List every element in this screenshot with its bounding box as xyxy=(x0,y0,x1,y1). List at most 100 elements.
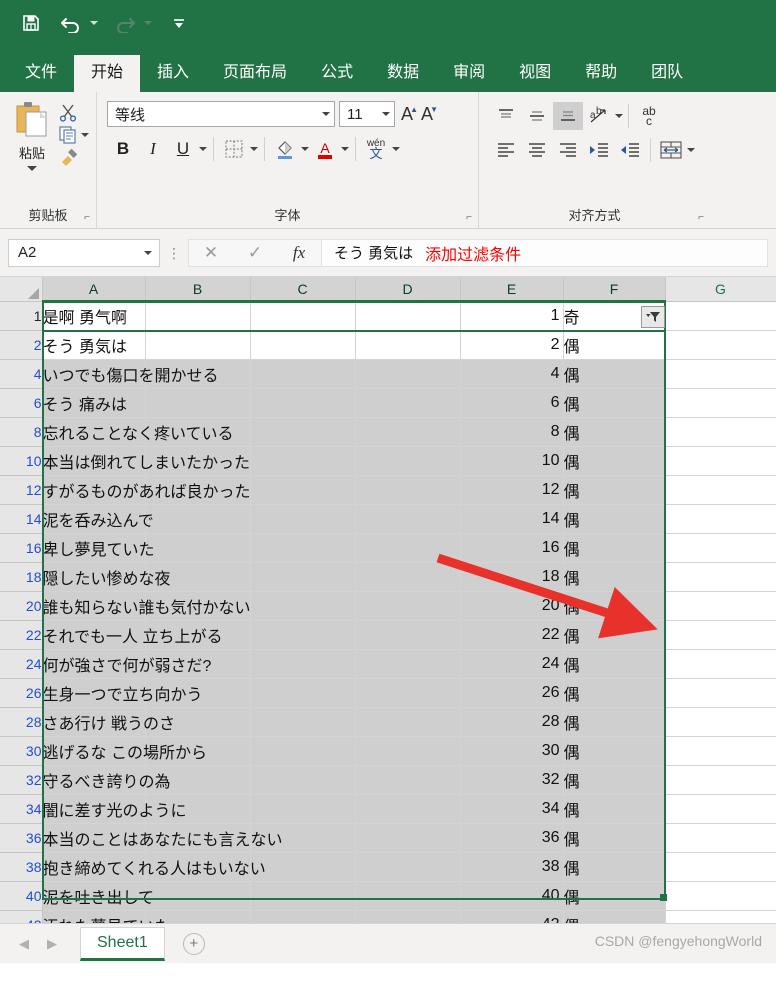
italic-button[interactable]: I xyxy=(139,135,167,163)
cell-a[interactable]: 汚れた夢見ていた xyxy=(42,910,171,923)
grid-row[interactable]: 34 闇に差す光のように 34 偶 xyxy=(0,794,776,824)
column-header-d[interactable]: D xyxy=(355,277,461,302)
cell-a[interactable]: 泥を呑み込んで xyxy=(42,504,154,534)
cell-d[interactable] xyxy=(355,620,461,650)
cell-a[interactable]: 本当のことはあなたにも言えない xyxy=(42,823,283,853)
cell-c[interactable] xyxy=(250,504,356,534)
cell-a[interactable]: 抱き締めてくれる人はもいない xyxy=(42,852,266,882)
align-center-button[interactable] xyxy=(522,136,552,164)
cell-g[interactable] xyxy=(665,504,776,534)
font-color-dropdown-icon[interactable] xyxy=(341,147,349,151)
font-size-dropdown-icon[interactable] xyxy=(382,112,390,116)
cell-d[interactable] xyxy=(355,823,461,853)
grid-row[interactable]: 4 いつでも傷口を開かせる 4 偶 xyxy=(0,359,776,389)
cell-f[interactable]: 偶 xyxy=(563,794,666,824)
save-icon[interactable] xyxy=(18,10,44,36)
grid-row[interactable]: 38 抱き締めてくれる人はもいない 38 偶 xyxy=(0,852,776,882)
cell-d[interactable] xyxy=(355,765,461,795)
cell-a[interactable]: それでも一人 立ち上がる xyxy=(42,620,222,650)
cell-b[interactable] xyxy=(145,330,251,360)
cell-d[interactable] xyxy=(355,504,461,534)
cell-f[interactable]: 偶 xyxy=(563,475,666,505)
cell-f[interactable]: 偶 xyxy=(563,910,666,923)
cell-e[interactable]: 1 xyxy=(460,301,564,331)
cell-a[interactable]: 本当は倒れてしまいたかった xyxy=(42,446,250,476)
row-header[interactable]: 2 xyxy=(0,330,43,360)
cell-f[interactable]: 偶 xyxy=(563,649,666,679)
column-header-a[interactable]: A xyxy=(42,277,146,302)
cell-d[interactable] xyxy=(355,736,461,766)
cell-e[interactable]: 6 xyxy=(460,388,564,418)
cell-g[interactable] xyxy=(665,475,776,505)
cell-g[interactable] xyxy=(665,852,776,882)
align-right-button[interactable] xyxy=(553,136,583,164)
cell-g[interactable] xyxy=(665,330,776,360)
cell-a[interactable]: 闇に差す光のように xyxy=(42,794,187,824)
cell-a[interactable]: 泥を吐き出して xyxy=(42,881,154,911)
cell-c[interactable] xyxy=(250,562,356,592)
cell-g[interactable] xyxy=(665,620,776,650)
row-header[interactable]: 28 xyxy=(0,707,43,737)
cell-f[interactable]: 偶 xyxy=(563,707,666,737)
row-header[interactable]: 22 xyxy=(0,620,43,650)
wrap-text-button[interactable]: ab c xyxy=(634,102,664,130)
cell-c[interactable] xyxy=(250,330,356,360)
cell-c[interactable] xyxy=(250,649,356,679)
cell-g[interactable] xyxy=(665,881,776,911)
cell-f[interactable]: 偶 xyxy=(563,417,666,447)
cell-e[interactable]: 20 xyxy=(460,591,564,621)
cell-a[interactable]: いつでも傷口を開かせる xyxy=(42,359,219,389)
cell-d[interactable] xyxy=(355,881,461,911)
cell-c[interactable] xyxy=(250,678,356,708)
cell-g[interactable] xyxy=(665,562,776,592)
cell-d[interactable] xyxy=(355,417,461,447)
borders-dropdown-icon[interactable] xyxy=(250,147,258,151)
row-header[interactable]: 10 xyxy=(0,446,43,476)
cell-d[interactable] xyxy=(355,446,461,476)
cell-g[interactable] xyxy=(665,707,776,737)
cell-e[interactable]: 28 xyxy=(460,707,564,737)
ribbon-tab-insert[interactable]: 插入 xyxy=(140,55,206,92)
grid-row[interactable]: 42汚れた夢見ていた42偶 xyxy=(0,910,776,923)
filter-dropdown-button[interactable] xyxy=(641,306,665,328)
row-header[interactable]: 42 xyxy=(0,910,43,923)
cancel-edit-button[interactable]: ✕ xyxy=(189,240,233,266)
bold-button[interactable]: B xyxy=(109,135,137,163)
formula-input[interactable]: そう 勇気は 添加过滤条件 xyxy=(322,238,768,267)
cell-a[interactable]: 逃げるな この場所から xyxy=(42,736,207,766)
cell-e[interactable]: 42 xyxy=(460,910,564,923)
cell-c[interactable] xyxy=(250,707,356,737)
fill-color-button[interactable] xyxy=(271,135,299,163)
row-header[interactable]: 38 xyxy=(0,852,43,882)
cell-b[interactable] xyxy=(145,504,251,534)
cell-g[interactable] xyxy=(665,794,776,824)
cell-d[interactable] xyxy=(355,330,461,360)
cell-g[interactable] xyxy=(665,649,776,679)
row-header[interactable]: 12 xyxy=(0,475,43,505)
cell-b[interactable] xyxy=(145,388,251,418)
ribbon-tab-team[interactable]: 团队 xyxy=(634,55,700,92)
cell-d[interactable] xyxy=(355,591,461,621)
cell-f[interactable]: 偶 xyxy=(563,765,666,795)
cell-c[interactable] xyxy=(250,620,356,650)
grid-row[interactable]: 2 そう 勇気は 2 偶 xyxy=(0,330,776,360)
cell-d[interactable] xyxy=(355,533,461,563)
cell-e[interactable]: 34 xyxy=(460,794,564,824)
cell-g[interactable] xyxy=(665,910,776,923)
ribbon-tab-file[interactable]: 文件 xyxy=(8,55,74,92)
grid-row[interactable]: 36 本当のことはあなたにも言えない 36 偶 xyxy=(0,823,776,853)
cell-e[interactable]: 38 xyxy=(460,852,564,882)
cell-f[interactable]: 偶 xyxy=(563,823,666,853)
cell-f[interactable]: 偶 xyxy=(563,388,666,418)
cell-d[interactable] xyxy=(355,562,461,592)
merge-cells-button[interactable] xyxy=(656,136,686,164)
cell-f[interactable]: 偶 xyxy=(563,562,666,592)
cell-d[interactable] xyxy=(355,301,461,331)
cell-c[interactable] xyxy=(250,475,356,505)
grid-row[interactable]: 30 逃げるな この場所から 30 偶 xyxy=(0,736,776,766)
cell-d[interactable] xyxy=(355,359,461,389)
cell-g[interactable] xyxy=(665,678,776,708)
sheet-tab-sheet1[interactable]: Sheet1 xyxy=(80,926,165,961)
cell-g[interactable] xyxy=(665,736,776,766)
phonetic-guide-dropdown-icon[interactable] xyxy=(392,147,400,151)
